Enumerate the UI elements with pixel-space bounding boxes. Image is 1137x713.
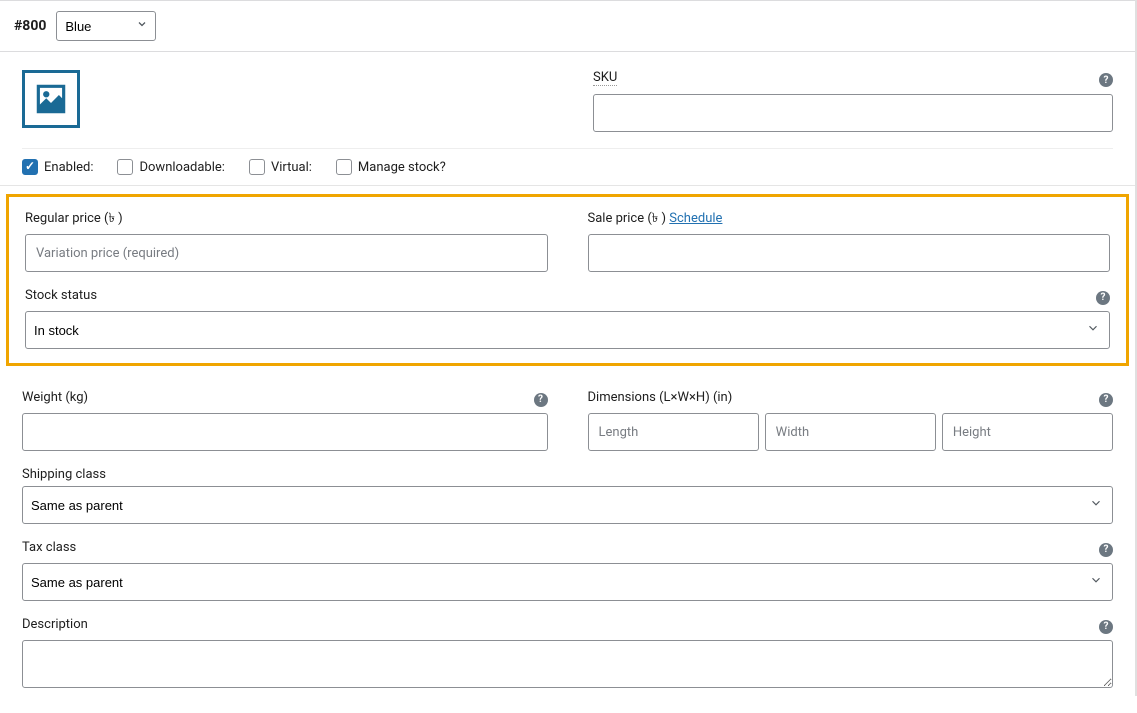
downloadable-checkbox-input[interactable] — [117, 159, 133, 175]
pricing-highlight-box: Regular price (৳ ) Sale price (৳ ) Sched… — [6, 194, 1129, 366]
help-icon[interactable]: ? — [1099, 620, 1113, 634]
sku-input[interactable] — [593, 94, 1113, 132]
help-icon[interactable]: ? — [1099, 543, 1113, 557]
regular-price-input[interactable] — [25, 234, 548, 272]
variation-header: #800 Blue — [0, 0, 1135, 52]
description-textarea[interactable] — [22, 640, 1113, 688]
dimension-length-input[interactable] — [588, 413, 759, 451]
manage-stock-checkbox-input[interactable] — [336, 159, 352, 175]
weight-label: Weight (kg) — [22, 390, 88, 405]
stock-status-label: Stock status — [25, 288, 97, 303]
weight-input[interactable] — [22, 413, 548, 451]
help-icon[interactable]: ? — [1099, 73, 1113, 87]
variation-image-upload[interactable] — [22, 70, 80, 128]
sku-label: SKU — [593, 70, 617, 86]
enabled-checkbox-input[interactable] — [22, 159, 38, 175]
virtual-checkbox[interactable]: Virtual: — [249, 159, 312, 175]
variation-id: #800 — [14, 18, 46, 34]
dimension-width-input[interactable] — [765, 413, 936, 451]
checkbox-row: Enabled: Downloadable: Virtual: Manage s… — [22, 148, 1113, 179]
image-placeholder-icon — [32, 80, 70, 118]
dimension-height-input[interactable] — [942, 413, 1113, 451]
enabled-checkbox[interactable]: Enabled: — [22, 159, 93, 175]
virtual-checkbox-input[interactable] — [249, 159, 265, 175]
tax-class-label: Tax class — [22, 540, 76, 555]
sale-price-input[interactable] — [588, 234, 1111, 272]
shipping-class-select[interactable]: Same as parent — [22, 486, 1113, 524]
tax-class-select[interactable]: Same as parent — [22, 563, 1113, 601]
description-label: Description — [22, 617, 88, 632]
shipping-class-label: Shipping class — [22, 467, 1113, 482]
schedule-link[interactable]: Schedule — [669, 211, 722, 226]
help-icon[interactable]: ? — [1099, 393, 1113, 407]
variation-attribute-select[interactable]: Blue — [56, 11, 156, 41]
sale-price-label: Sale price (৳ ) Schedule — [588, 209, 1111, 230]
help-icon[interactable]: ? — [1096, 291, 1110, 305]
dimensions-label: Dimensions (L×W×H) (in) — [588, 390, 733, 405]
stock-status-select[interactable]: In stock — [25, 311, 1110, 349]
regular-price-label: Regular price (৳ ) — [25, 209, 548, 230]
downloadable-checkbox[interactable]: Downloadable: — [117, 159, 224, 175]
help-icon[interactable]: ? — [534, 393, 548, 407]
manage-stock-checkbox[interactable]: Manage stock? — [336, 159, 446, 175]
